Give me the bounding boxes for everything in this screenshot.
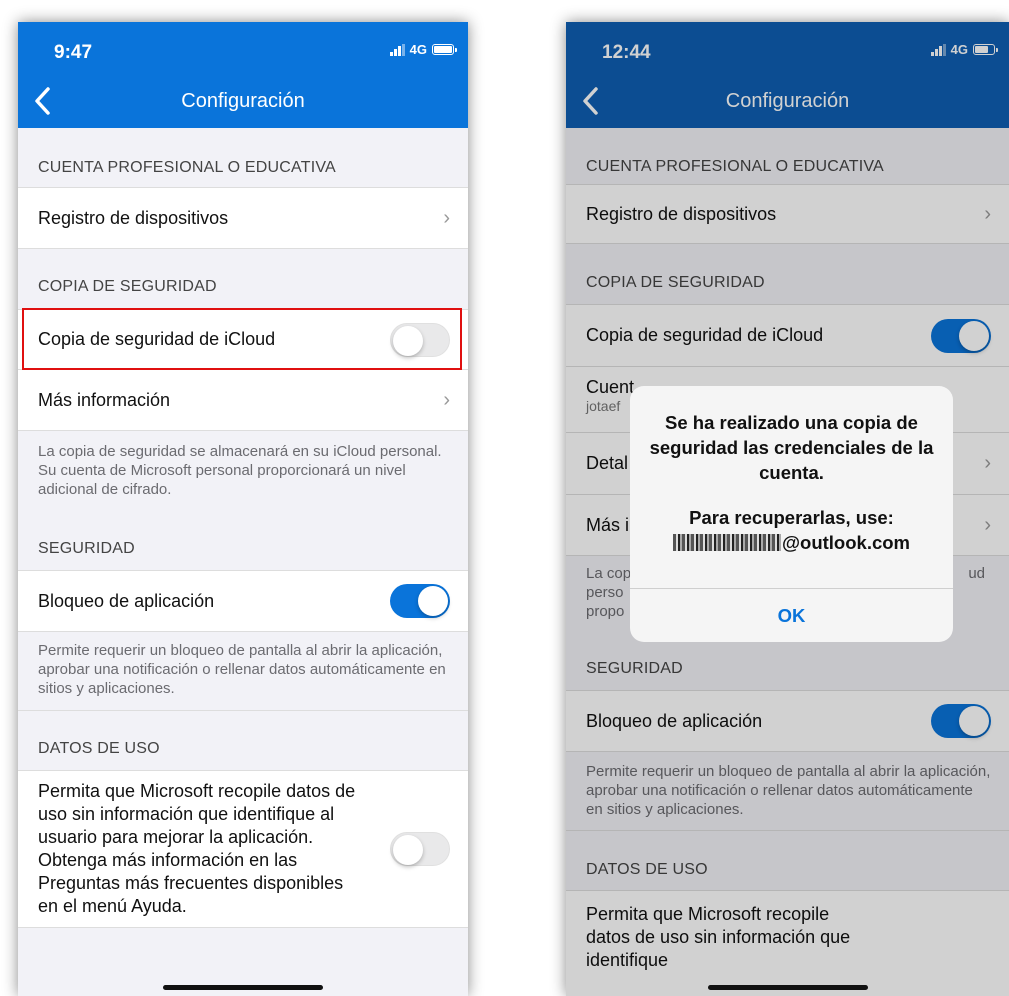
network-type: 4G [950,42,968,57]
usage-data-row: Permita que Microsoft recopile datos de … [18,770,468,928]
navigation-bar: 12:44 4G Configuración [566,22,1009,128]
alert-message-text: Para recuperarlas, use: [689,507,894,528]
icloud-backup-label: Copia de seguridad de iCloud [38,329,276,349]
section-header-backup: COPIA DE SEGURIDAD [586,274,765,291]
page-title: Configuración [181,90,305,112]
chevron-right-icon: › [984,202,991,225]
device-registration-row[interactable]: Registro de dispositivos › [566,184,1009,244]
app-lock-footnote: Permite requerir un bloqueo de pantalla … [38,642,446,697]
phone-screen-left: 9:47 4G Configuración CUENTA PROFESIONAL… [18,22,468,996]
ok-button[interactable]: OK [630,588,953,642]
signal-icon [930,43,946,56]
home-indicator [163,985,323,990]
app-lock-toggle[interactable] [931,704,991,738]
device-registration-row[interactable]: Registro de dispositivos › [18,187,468,249]
alert-email: @outlook.com [672,530,910,555]
alert-title: Se ha realizado una copia de seguridad l… [649,412,934,483]
network-type: 4G [409,42,427,57]
navigation-bar: 9:47 4G Configuración [18,22,468,128]
app-lock-label: Bloqueo de aplicación [586,710,763,731]
backup-footnote: La copia de seguridad se almacenará en s… [38,443,442,498]
chevron-right-icon: › [984,513,991,536]
app-lock-row: Bloqueo de aplicación [566,690,1009,752]
section-header-security: SEGURIDAD [38,540,135,557]
battery-icon [973,44,998,55]
device-registration-label: Registro de dispositivos [38,207,229,228]
icloud-backup-label: Copia de seguridad de iCloud [586,325,824,345]
chevron-right-icon: › [443,388,450,411]
backup-alert-dialog: Se ha realizado una copia de seguridad l… [630,386,953,642]
more-info-label: Más información [38,389,171,410]
page-title: Configuración [725,90,850,112]
section-header-usage: DATOS DE USO [18,710,468,770]
app-lock-toggle[interactable] [390,584,450,618]
more-info-row[interactable]: Más información › [18,369,468,431]
section-header-work: CUENTA PROFESIONAL O EDUCATIVA [38,159,336,176]
usage-data-label: Permita que Microsoft recopile datos de … [586,904,851,970]
app-lock-label: Bloqueo de aplicación [38,590,215,611]
icloud-backup-row: Copia de seguridad de iCloud [18,309,468,369]
status-indicators: 4G [930,42,998,57]
section-header-backup: COPIA DE SEGURIDAD [38,278,217,295]
section-header-security: SEGURIDAD [586,660,683,677]
battery-icon [432,44,457,55]
icloud-backup-toggle[interactable] [390,322,450,357]
icloud-backup-toggle[interactable] [931,318,991,353]
backup-footnote-end: ud [968,565,985,582]
status-indicators: 4G [389,42,457,57]
status-time: 9:47 [54,42,93,63]
alert-message: Para recuperarlas, use: @outlook.com [630,505,953,557]
chevron-right-icon: › [443,206,450,229]
usage-data-label: Permita que Microsoft recopile datos de … [38,781,356,916]
status-time: 12:44 [602,42,651,63]
phone-screen-right: 12:44 4G Configuración CUENTA PROFESIONA… [566,22,1009,996]
device-registration-label: Registro de dispositivos [586,203,777,224]
section-header-work: CUENTA PROFESIONAL O EDUCATIVA [586,158,884,175]
app-lock-row: Bloqueo de aplicación [18,570,468,632]
signal-icon [389,43,405,56]
usage-data-toggle[interactable] [390,832,450,866]
icloud-backup-row: Copia de seguridad de iCloud [566,304,1009,366]
alert-email-domain: @outlook.com [781,532,910,553]
usage-data-row: Permita que Microsoft recopile datos de … [566,890,1009,996]
section-header-usage: DATOS DE USO [566,830,1009,890]
redacted-text [672,534,781,551]
home-indicator [707,985,868,990]
chevron-right-icon: › [984,452,991,474]
app-lock-footnote: Permite requerir un bloqueo de pantalla … [586,763,991,818]
